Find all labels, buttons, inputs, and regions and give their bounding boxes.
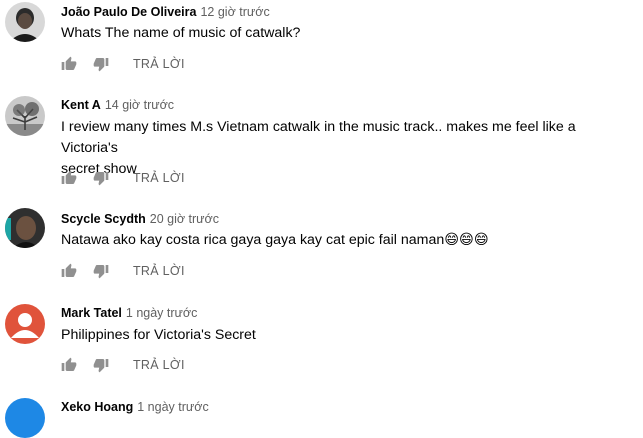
reply-button[interactable]: TRẢ LỜI [133, 171, 185, 185]
thumb-up-icon[interactable] [61, 357, 79, 375]
comment-time[interactable]: 14 giờ trước [105, 98, 174, 112]
avatar[interactable] [5, 2, 45, 42]
comment-time[interactable]: 1 ngày trước [137, 400, 208, 414]
author-name[interactable]: Kent A [61, 98, 101, 112]
comment-text-line: Philippines for Victoria's Secret [61, 327, 256, 343]
comment-time[interactable]: 20 giờ trước [150, 212, 219, 226]
reply-button[interactable]: TRẢ LỜI [133, 57, 185, 71]
avatar[interactable] [5, 96, 45, 136]
comment-header: Xeko Hoang 1 ngày trước [61, 399, 209, 414]
thumb-up-icon[interactable] [61, 263, 79, 281]
comment-header: Mark Tatel 1 ngày trước [61, 305, 197, 320]
comment-text-line: Natawa ako kay costa rica gaya gaya kay … [61, 232, 489, 248]
comment-header: Kent A 14 giờ trước [61, 97, 174, 112]
author-name[interactable]: João Paulo De Oliveira [61, 5, 196, 19]
comment-header: João Paulo De Oliveira 12 giờ trước [61, 4, 270, 19]
comment-text-line: Whats The name of music of catwalk? [61, 25, 301, 41]
comment-text: Whats The name of music of catwalk? [61, 23, 636, 44]
comment-header: Scycle Scydth 20 giờ trước [61, 211, 219, 226]
thumb-down-icon[interactable] [93, 263, 111, 281]
comment-time[interactable]: 12 giờ trước [200, 5, 269, 19]
author-name[interactable]: Xeko Hoang [61, 400, 133, 414]
thumb-down-icon[interactable] [93, 170, 111, 188]
thumb-up-icon[interactable] [61, 170, 79, 188]
comment-text: Philippines for Victoria's Secret [61, 325, 636, 346]
thumb-down-icon[interactable] [93, 56, 111, 74]
comment-text-line: I review many times M.s Vietnam catwalk … [61, 119, 576, 156]
author-name[interactable]: Mark Tatel [61, 306, 122, 320]
comment-time[interactable]: 1 ngày trước [126, 306, 197, 320]
author-name[interactable]: Scycle Scydth [61, 212, 146, 226]
avatar[interactable] [5, 208, 45, 248]
avatar[interactable] [5, 304, 45, 344]
thumb-down-icon[interactable] [93, 357, 111, 375]
reply-button[interactable]: TRẢ LỜI [133, 264, 185, 278]
avatar[interactable] [5, 398, 45, 438]
reply-button[interactable]: TRẢ LỜI [133, 358, 185, 372]
thumb-up-icon[interactable] [61, 56, 79, 74]
comment-text: Natawa ako kay costa rica gaya gaya kay … [61, 230, 636, 251]
